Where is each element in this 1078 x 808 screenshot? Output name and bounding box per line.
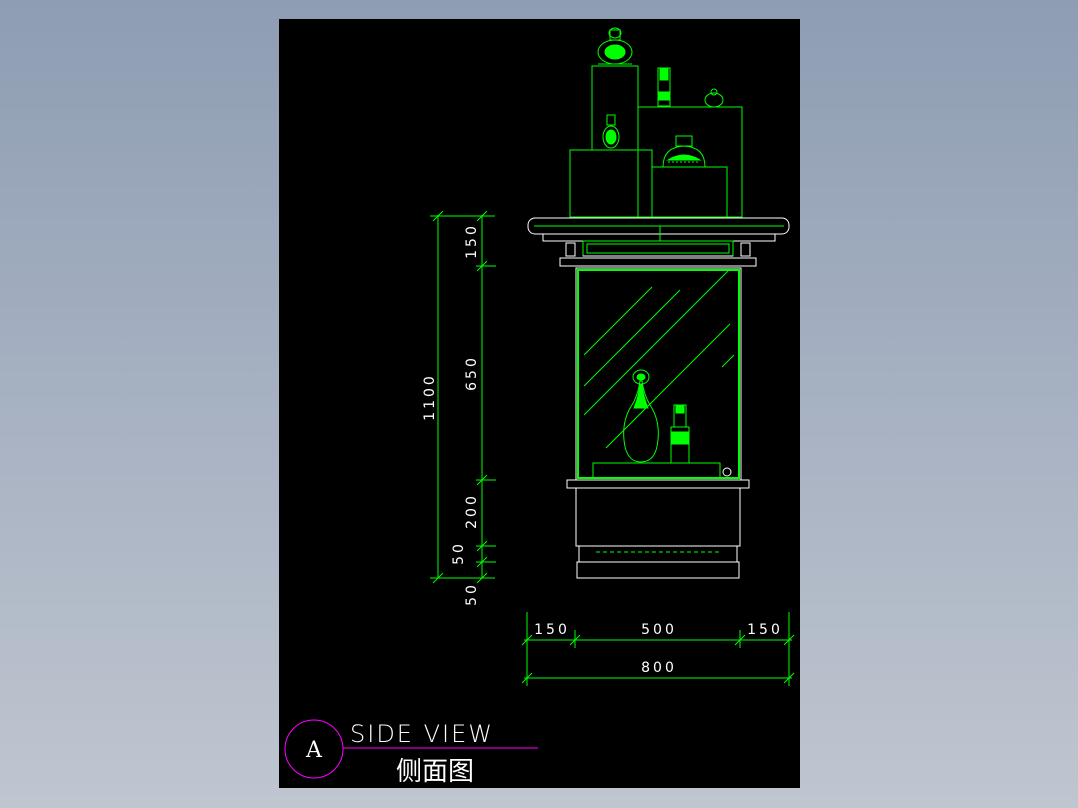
view-title-chinese: 侧面图 bbox=[396, 757, 474, 787]
dim-total-width: 800 bbox=[641, 660, 677, 676]
dim-glass-height: 650 bbox=[464, 355, 480, 391]
glass-display-case bbox=[575, 267, 742, 481]
dim-plinth-upper: 50 bbox=[451, 541, 467, 565]
dim-base-height: 200 bbox=[464, 493, 480, 529]
cad-drawing: 1100 150 650 200 50 50 150 500 150 800 A… bbox=[284, 27, 795, 787]
view-letter: A bbox=[305, 738, 323, 763]
vertical-dimension-labels: 1100 150 650 200 50 50 bbox=[422, 223, 480, 606]
dim-right-width: 150 bbox=[747, 622, 783, 638]
vertical-dimension-lines bbox=[430, 210, 496, 584]
perfume-bottle-icon bbox=[597, 27, 724, 168]
dim-middle-width: 500 bbox=[641, 622, 677, 638]
counter-top bbox=[527, 217, 790, 267]
dim-top-height: 150 bbox=[464, 223, 480, 259]
view-title-block: A SIDE VIEW 侧面图 bbox=[284, 719, 538, 787]
top-display-risers bbox=[569, 65, 743, 218]
dim-total-height: 1100 bbox=[422, 373, 438, 421]
cabinet-base bbox=[566, 479, 750, 579]
view-title-english: SIDE VIEW bbox=[350, 720, 494, 748]
display-bottles-icon bbox=[623, 369, 690, 464]
dim-left-width: 150 bbox=[534, 622, 570, 638]
horizontal-dimension-labels: 150 500 150 800 bbox=[534, 622, 783, 676]
dim-plinth-lower: 50 bbox=[464, 582, 480, 606]
